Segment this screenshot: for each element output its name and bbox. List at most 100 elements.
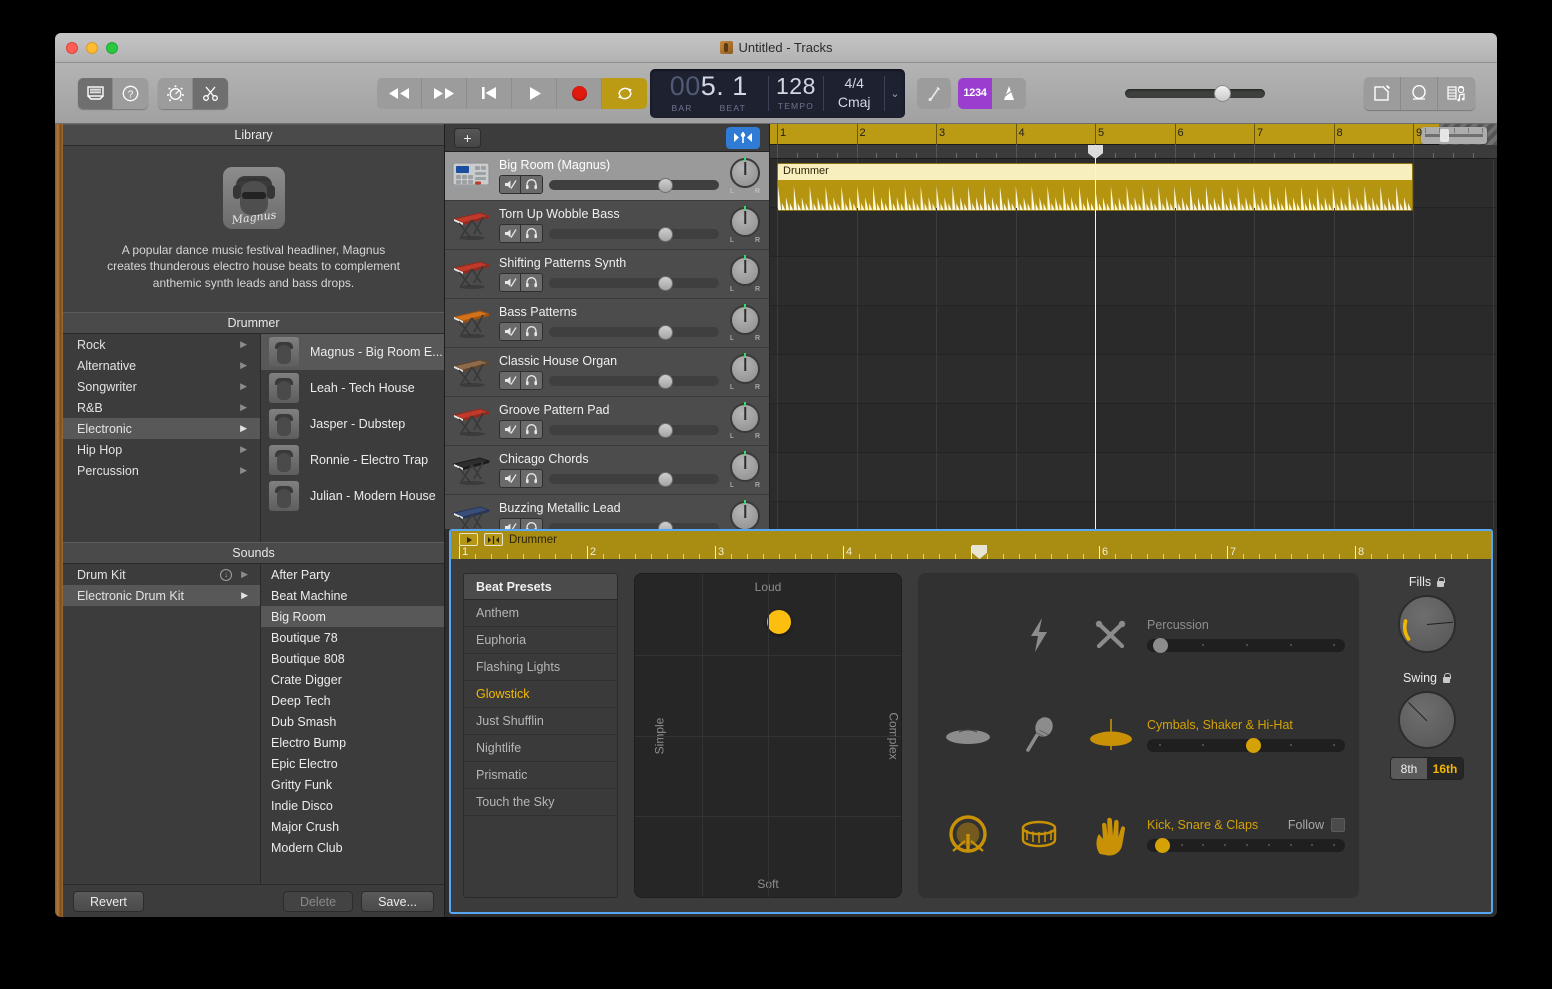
- volume-knob[interactable]: [657, 276, 673, 291]
- zoom-slider[interactable]: [1421, 127, 1487, 144]
- beat-preset-row[interactable]: Nightlife: [464, 735, 617, 762]
- volume-slider[interactable]: [549, 521, 719, 529]
- pan-knob[interactable]: [730, 499, 760, 529]
- pan-knob[interactable]: [730, 401, 760, 433]
- pan-control[interactable]: LR: [726, 401, 764, 440]
- kit-volume-slider[interactable]: [1147, 737, 1345, 753]
- revert-button[interactable]: Revert: [73, 891, 144, 912]
- sound-preset-row[interactable]: Epic Electro: [261, 753, 444, 774]
- maximize-button[interactable]: [106, 42, 118, 54]
- timeline-ruler[interactable]: 1 2 3 4 5 6 7 8 9: [770, 124, 1497, 145]
- pan-knob[interactable]: [730, 156, 760, 188]
- track-lane[interactable]: [770, 502, 1497, 529]
- delete-button[interactable]: Delete: [282, 891, 354, 912]
- close-button[interactable]: [66, 42, 78, 54]
- mute-button[interactable]: [500, 470, 521, 487]
- volume-knob[interactable]: [657, 374, 673, 389]
- volume-knob[interactable]: [657, 325, 673, 340]
- volume-slider[interactable]: [549, 374, 719, 389]
- lightning-icon[interactable]: [1013, 612, 1065, 658]
- sound-preset-row[interactable]: Dub Smash: [261, 711, 444, 732]
- kit-slider-knob[interactable]: [1246, 737, 1261, 753]
- chevron-down-icon[interactable]: ⌄: [885, 69, 905, 118]
- beat-preset-row[interactable]: Touch the Sky: [464, 789, 617, 816]
- pan-knob[interactable]: [730, 450, 760, 482]
- solo-button[interactable]: [521, 176, 542, 193]
- mixer-icon[interactable]: [726, 126, 760, 149]
- genre-row[interactable]: R&B ▶: [63, 397, 260, 418]
- download-icon[interactable]: ↓: [220, 568, 232, 581]
- add-track-button[interactable]: +: [454, 127, 481, 148]
- loop-browser-icon[interactable]: [1401, 76, 1438, 110]
- solo-button[interactable]: [521, 225, 542, 242]
- drummer-row[interactable]: Ronnie - Electro Trap: [261, 442, 444, 478]
- sound-preset-row[interactable]: Gritty Funk: [261, 774, 444, 795]
- beat-preset-row[interactable]: Prismatic: [464, 762, 617, 789]
- lcd-position[interactable]: 005. 1 BAR BEAT: [650, 69, 768, 118]
- volume-knob[interactable]: [657, 521, 673, 529]
- volume-knob[interactable]: [657, 472, 673, 487]
- sound-preset-row[interactable]: Electro Bump: [261, 732, 444, 753]
- genre-row[interactable]: Songwriter ▶: [63, 376, 260, 397]
- solo-button[interactable]: [521, 372, 542, 389]
- kit-volume-slider[interactable]: [1147, 838, 1345, 854]
- sound-preset-row[interactable]: After Party: [261, 564, 444, 585]
- drummer-row[interactable]: Jasper - Dubstep: [261, 406, 444, 442]
- fills-knob[interactable]: [1398, 595, 1456, 653]
- record-icon[interactable]: [557, 77, 602, 109]
- editor-ruler[interactable]: Drummer 12345678: [451, 531, 1491, 559]
- zoom-knob[interactable]: [1439, 129, 1449, 142]
- mute-button[interactable]: [500, 323, 521, 340]
- track-lane[interactable]: [770, 404, 1497, 453]
- cycle-icon[interactable]: [602, 77, 647, 109]
- count-in-button[interactable]: 1234: [958, 77, 992, 109]
- genre-row[interactable]: Electronic ▶: [63, 418, 260, 439]
- master-volume-slider[interactable]: [1125, 78, 1265, 109]
- performance-xy-pad[interactable]: Loud Soft Simple Complex: [634, 573, 902, 898]
- mute-button[interactable]: [500, 372, 521, 389]
- mute-button[interactable]: [500, 225, 521, 242]
- volume-slider[interactable]: [549, 276, 719, 291]
- track-lane[interactable]: [770, 257, 1497, 306]
- sound-preset-row[interactable]: Boutique 78: [261, 627, 444, 648]
- pan-knob[interactable]: [730, 254, 760, 286]
- lcd-tempo[interactable]: 128 TEMPO: [769, 69, 824, 118]
- sixteenth-note-button[interactable]: 16th: [1427, 758, 1463, 779]
- track-row[interactable]: Chicago Chords L R: [445, 446, 769, 495]
- drumsticks-icon[interactable]: [1085, 612, 1137, 658]
- drummer-row[interactable]: Julian - Modern House: [261, 478, 444, 514]
- snare-drum-icon[interactable]: [1013, 813, 1065, 859]
- cymbal-icon[interactable]: [942, 712, 994, 758]
- track-row[interactable]: Shifting Patterns Synth L R: [445, 250, 769, 299]
- track-lane[interactable]: [770, 355, 1497, 404]
- help-icon[interactable]: ?: [113, 77, 148, 109]
- solo-button[interactable]: [521, 519, 542, 529]
- pan-knob[interactable]: [730, 205, 760, 237]
- kit-slider-knob[interactable]: [1152, 637, 1168, 653]
- hihat-icon[interactable]: [1085, 712, 1137, 758]
- solo-button[interactable]: [521, 470, 542, 487]
- mute-button[interactable]: [500, 176, 521, 193]
- pan-control[interactable]: LR: [726, 352, 764, 391]
- media-browser-icon[interactable]: [1438, 76, 1475, 110]
- kit-volume-slider[interactable]: [1147, 637, 1345, 653]
- track-row[interactable]: Bass Patterns L R: [445, 299, 769, 348]
- lcd-key-signature[interactable]: 4/4 Cmaj: [824, 69, 884, 118]
- smart-controls-icon[interactable]: [158, 77, 193, 109]
- pan-control[interactable]: LR: [726, 205, 764, 244]
- mute-button[interactable]: [500, 519, 521, 529]
- solo-button[interactable]: [521, 274, 542, 291]
- sound-preset-row[interactable]: Big Room: [261, 606, 444, 627]
- volume-knob[interactable]: [657, 227, 673, 242]
- follow-control[interactable]: Follow: [1288, 818, 1345, 833]
- pan-control[interactable]: LR: [726, 499, 764, 529]
- follow-checkbox[interactable]: [1331, 818, 1345, 833]
- track-lane[interactable]: [770, 453, 1497, 502]
- minimize-button[interactable]: [86, 42, 98, 54]
- track-lane[interactable]: [770, 208, 1497, 257]
- beat-preset-row[interactable]: Just Shufflin: [464, 708, 617, 735]
- tuner-icon[interactable]: [917, 77, 951, 109]
- volume-knob[interactable]: [657, 423, 673, 438]
- pan-control[interactable]: LR: [726, 156, 764, 195]
- sound-preset-row[interactable]: Deep Tech: [261, 690, 444, 711]
